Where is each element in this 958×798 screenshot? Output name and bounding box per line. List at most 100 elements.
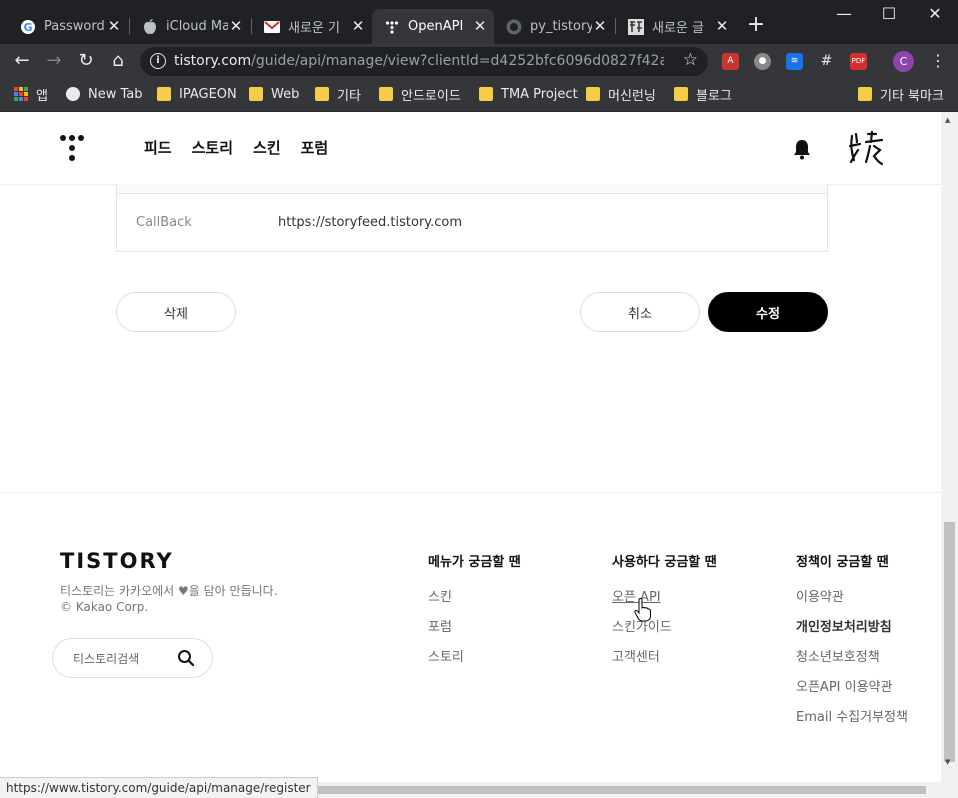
nav-feed[interactable]: 피드 (144, 137, 172, 158)
window-close-icon[interactable]: ✕ (920, 4, 950, 23)
edit-button[interactable]: 수정 (708, 292, 828, 332)
scroll-down-icon[interactable]: ▼ (945, 758, 950, 766)
footer-search[interactable]: 티스토리검색 (52, 638, 213, 678)
extension-icon[interactable]: ● (754, 53, 771, 70)
folder-icon (858, 87, 872, 101)
delete-button[interactable]: 삭제 (116, 292, 236, 332)
footer-link-skin[interactable]: 스킨 (428, 591, 521, 621)
url-text: tistory.com/guide/api/manage/view?client… (174, 53, 664, 69)
footer-link-privacy[interactable]: 개인정보처리방침 (796, 621, 908, 651)
site-header: 피드 스토리 스킨 포럼 (0, 112, 941, 185)
folder-icon (479, 87, 493, 101)
hand-cursor-icon (634, 598, 651, 622)
profile-avatar-icon[interactable]: C (893, 51, 914, 72)
footer-heading: 메뉴가 궁금할 땐 (428, 555, 521, 570)
folder-icon (157, 87, 171, 101)
search-icon[interactable] (177, 649, 195, 667)
folder-icon (586, 87, 600, 101)
reload-icon[interactable]: ↻ (75, 50, 97, 72)
globe-icon (66, 87, 80, 101)
github-icon (506, 19, 522, 35)
close-icon[interactable]: ✕ (592, 18, 608, 34)
footer-link-forum[interactable]: 포럼 (428, 621, 521, 651)
tab-new-post[interactable]: 새로운 글 ✕ (616, 9, 736, 44)
more-menu-icon[interactable]: ⋮ (930, 51, 946, 70)
tab-github[interactable]: py_tistory ✕ (494, 9, 614, 44)
wifi-extension-icon[interactable]: ≋ (786, 53, 803, 70)
web-page: 피드 스토리 스킨 포럼 CallBack https://storyfeed.… (0, 112, 941, 782)
tab-password[interactable]: G Password ✕ (8, 9, 128, 44)
bell-icon[interactable] (792, 138, 812, 160)
back-icon[interactable]: ← (11, 50, 33, 72)
home-icon[interactable]: ⌂ (107, 50, 129, 72)
bookmark-folder-etc[interactable]: 기타 (315, 84, 361, 104)
minimize-icon[interactable]: — (829, 4, 859, 23)
close-icon[interactable]: ✕ (472, 18, 488, 34)
grid-extension-icon[interactable]: # (818, 53, 835, 70)
close-icon[interactable]: ✕ (350, 18, 366, 34)
svg-text:G: G (23, 21, 32, 34)
tab-title: iCloud Ma (166, 19, 228, 34)
address-bar[interactable]: i tistory.com/guide/api/manage/view?clie… (140, 47, 708, 76)
close-icon[interactable]: ✕ (714, 18, 730, 34)
bookmark-folder-ipageon[interactable]: IPAGEON (157, 84, 237, 104)
tistory-icon (384, 19, 400, 35)
footer-link-customer-center[interactable]: 고객센터 (612, 651, 717, 681)
bookmark-folder-web[interactable]: Web (249, 84, 299, 104)
bookmark-folder-ml[interactable]: 머신런닝 (586, 84, 656, 104)
forward-icon[interactable]: → (43, 50, 65, 72)
apple-icon (142, 18, 158, 35)
footer-column-usage: 사용하다 궁금할 땐 오픈 API 스킨가이드 고객센터 (612, 551, 717, 681)
tab-gmail[interactable]: 새로운 기 ✕ (252, 9, 372, 44)
tistory-wordmark[interactable]: TISTORY (60, 549, 174, 573)
folder-icon (315, 87, 329, 101)
bookmark-other[interactable]: 기타 북마크 (858, 84, 944, 104)
info-icon[interactable]: i (150, 53, 166, 69)
tistory-logo-icon[interactable] (60, 135, 84, 161)
search-input[interactable]: 티스토리검색 (73, 650, 139, 667)
pdf-tool-icon[interactable]: PDF (850, 53, 867, 70)
scroll-up-icon[interactable]: ▲ (945, 116, 950, 124)
new-tab-icon[interactable]: + (746, 14, 766, 36)
footer-link-story[interactable]: 스토리 (428, 651, 521, 681)
pdf-extension-icon[interactable]: A (722, 53, 739, 70)
tab-icloud[interactable]: iCloud Ma ✕ (130, 9, 250, 44)
tab-openapi[interactable]: OpenAPI ✕ (372, 9, 494, 44)
close-icon[interactable]: ✕ (106, 18, 122, 34)
gmail-icon (264, 19, 280, 35)
footer-column-policy: 정책이 궁금할 땐 이용약관 개인정보처리방침 청소년보호정책 오픈API 이용… (796, 551, 908, 741)
bookmark-star-icon[interactable]: ☆ (683, 50, 698, 70)
site-icon (628, 18, 644, 35)
bookmark-apps[interactable]: 앱 (14, 84, 48, 104)
apps-grid-icon (14, 87, 28, 101)
nav-skin[interactable]: 스킨 (253, 137, 281, 158)
bookmark-new-tab[interactable]: New Tab (66, 84, 143, 104)
footer-link-api-terms[interactable]: 오픈API 이용약관 (796, 681, 908, 711)
footer-copyright: © Kakao Corp. (60, 600, 149, 614)
footer-link-open-api[interactable]: 오픈 API (612, 591, 717, 621)
footer-link-youth[interactable]: 청소년보호정책 (796, 651, 908, 681)
bookmark-folder-tma[interactable]: TMA Project (479, 84, 578, 104)
scrollbar-corner (941, 782, 958, 798)
google-icon: G (20, 19, 36, 35)
maximize-icon[interactable]: ☐ (874, 4, 904, 23)
bookmark-folder-blog[interactable]: 블로그 (674, 84, 732, 104)
footer-column-menu: 메뉴가 궁금할 땐 스킨 포럼 스토리 (428, 551, 521, 681)
scrollbar-thumb[interactable] (944, 522, 955, 762)
tab-title: py_tistory (530, 19, 592, 34)
cancel-button[interactable]: 취소 (580, 292, 700, 332)
app-info-table: CallBack https://storyfeed.tistory.com (116, 184, 828, 252)
scrollbar-thumb[interactable] (290, 786, 926, 794)
bookmark-folder-android[interactable]: 안드로이드 (379, 84, 461, 104)
folder-icon (379, 87, 393, 101)
avatar[interactable] (846, 128, 886, 168)
close-icon[interactable]: ✕ (228, 18, 244, 34)
vertical-scrollbar[interactable]: ▲ ▼ (941, 112, 958, 782)
footer-link-email-policy[interactable]: Email 수집거부정책 (796, 711, 908, 741)
nav-story[interactable]: 스토리 (192, 137, 233, 158)
nav-forum[interactable]: 포럼 (301, 137, 329, 158)
footer-link-terms[interactable]: 이용약관 (796, 591, 908, 621)
footer-link-skin-guide[interactable]: 스킨가이드 (612, 621, 717, 651)
site-footer: TISTORY 티스토리는 카카오에서 ♥을 담아 만듭니다. © Kakao … (0, 492, 941, 782)
footer-description: 티스토리는 카카오에서 ♥을 담아 만듭니다. (60, 584, 278, 598)
